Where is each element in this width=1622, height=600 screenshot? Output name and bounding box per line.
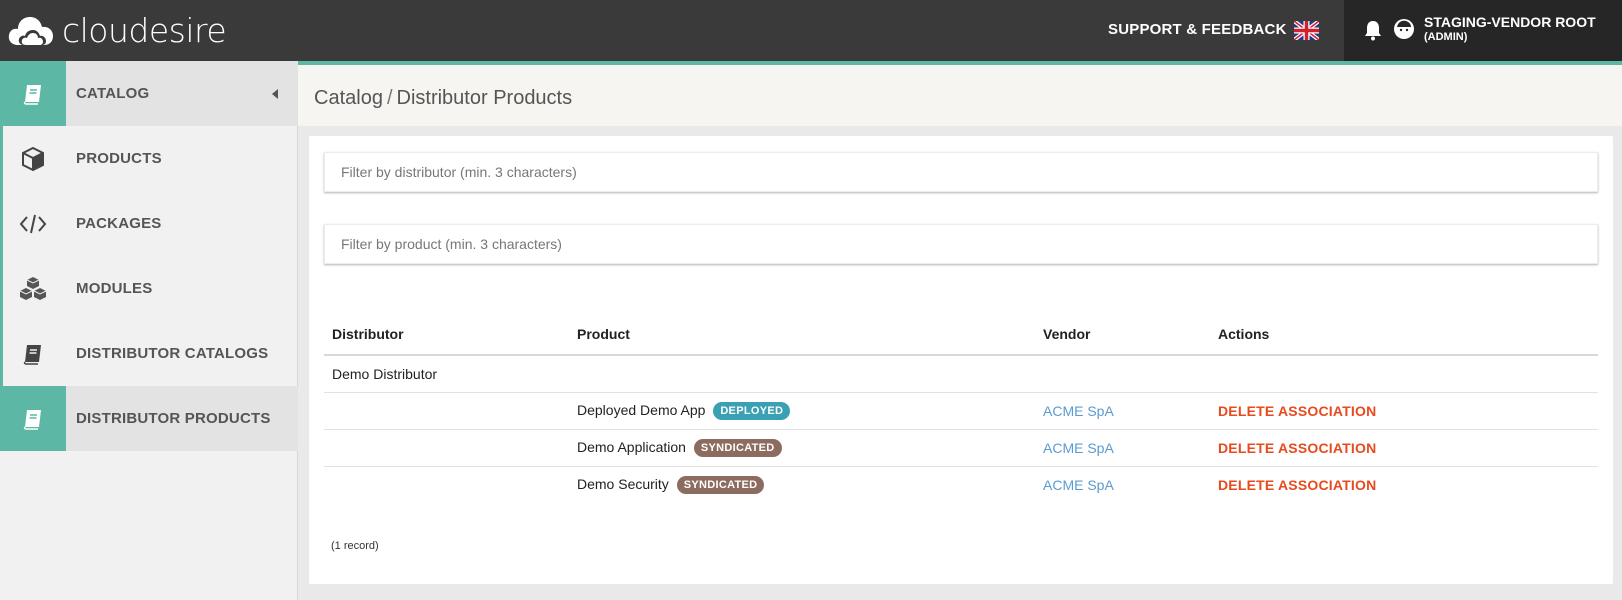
- vendor-link[interactable]: ACME SpA: [1043, 477, 1114, 493]
- sidebar: CATALOG PRODUCTS PACKAGES MODULES DISTRI…: [0, 61, 298, 600]
- sidebar-icon-box: [0, 321, 66, 386]
- column-header-actions: Actions: [1210, 314, 1598, 356]
- page-header: Catalog / Distributor Products: [298, 61, 1622, 126]
- delete-association-button[interactable]: DELETE ASSOCIATION: [1218, 440, 1376, 456]
- sidebar-icon-box: [0, 191, 66, 256]
- distributor-filter: [324, 152, 1598, 192]
- sidebar-item-label: DISTRIBUTOR PRODUCTS: [76, 410, 271, 427]
- sidebar-item-distributor-products[interactable]: DISTRIBUTOR PRODUCTS: [0, 386, 298, 451]
- box-icon: [22, 146, 44, 171]
- breadcrumb-separator: /: [386, 87, 393, 109]
- user-role: (ADMIN): [1424, 31, 1468, 43]
- delete-association-button[interactable]: DELETE ASSOCIATION: [1218, 477, 1376, 493]
- book-icon: [23, 409, 41, 430]
- sidebar-item-distributor-catalogs[interactable]: DISTRIBUTOR CATALOGS: [0, 321, 298, 386]
- vendor-link[interactable]: ACME SpA: [1043, 403, 1114, 419]
- caret-left-icon: [272, 89, 278, 99]
- product-name: Deployed Demo App: [577, 401, 706, 418]
- column-header-distributor: Distributor: [324, 314, 569, 356]
- content-card: Distributor Product Vendor Actions Demo …: [309, 136, 1613, 584]
- page-title: Distributor Products: [396, 87, 573, 109]
- status-badge: SYNDICATED: [693, 438, 782, 457]
- status-badge: DEPLOYED: [713, 401, 791, 420]
- table-group-row: Demo Distributor: [324, 355, 1598, 393]
- sidebar-item-label: MODULES: [76, 280, 153, 297]
- record-count: (1 record): [331, 540, 379, 552]
- sidebar-icon-box: [0, 126, 66, 191]
- table-row: Demo Security SYNDICATED ACME SpA DELETE…: [324, 466, 1598, 503]
- sidebar-item-label: PACKAGES: [76, 215, 162, 232]
- sidebar-item-modules[interactable]: MODULES: [0, 256, 298, 321]
- status-badge: SYNDICATED: [676, 475, 765, 494]
- sidebar-item-label: PRODUCTS: [76, 150, 162, 167]
- product-cell: Demo Security SYNDICATED: [569, 466, 1035, 503]
- code-icon: [19, 214, 47, 233]
- sidebar-icon-box: [0, 386, 66, 451]
- top-bar: cloudesire SUPPORT & FEEDBACK STAGING-VE…: [0, 0, 1622, 61]
- breadcrumb-root[interactable]: Catalog: [314, 87, 383, 109]
- product-cell: Deployed Demo App DEPLOYED: [569, 392, 1035, 430]
- product-filter: [324, 224, 1598, 264]
- user-area: STAGING-VENDOR ROOT (ADMIN): [1344, 0, 1622, 61]
- support-feedback-link[interactable]: SUPPORT & FEEDBACK: [1108, 21, 1287, 38]
- sidebar-item-catalog[interactable]: CATALOG: [0, 61, 298, 126]
- table-row: Demo Application SYNDICATED ACME SpA DEL…: [324, 429, 1598, 467]
- column-header-vendor: Vendor: [1035, 314, 1210, 356]
- cubes-icon: [19, 276, 47, 300]
- distributor-products-table: Distributor Product Vendor Actions Demo …: [324, 314, 1598, 503]
- product-name: Demo Security: [577, 475, 669, 492]
- sidebar-item-packages[interactable]: PACKAGES: [0, 191, 298, 256]
- sidebar-icon-box: [0, 256, 66, 321]
- delete-association-button[interactable]: DELETE ASSOCIATION: [1218, 403, 1376, 419]
- sidebar-icon-box: [0, 61, 66, 126]
- vendor-link[interactable]: ACME SpA: [1043, 440, 1114, 456]
- sidebar-item-label: DISTRIBUTOR CATALOGS: [76, 345, 269, 362]
- uk-flag-icon[interactable]: [1294, 21, 1319, 40]
- book-icon: [23, 84, 41, 105]
- bell-icon[interactable]: [1363, 19, 1383, 41]
- distributor-name: Demo Distributor: [324, 355, 569, 393]
- table-row: Deployed Demo App DEPLOYED ACME SpA DELE…: [324, 392, 1598, 430]
- distributor-filter-input[interactable]: [325, 153, 1597, 191]
- user-name[interactable]: STAGING-VENDOR ROOT: [1424, 14, 1596, 30]
- product-filter-input[interactable]: [325, 225, 1597, 263]
- product-cell: Demo Application SYNDICATED: [569, 429, 1035, 467]
- logo[interactable]: cloudesire: [8, 10, 227, 50]
- breadcrumb: Catalog / Distributor Products: [314, 87, 572, 110]
- table-header-row: Distributor Product Vendor Actions: [324, 314, 1598, 356]
- user-avatar-icon[interactable]: [1393, 18, 1415, 40]
- sidebar-item-products[interactable]: PRODUCTS: [0, 126, 298, 191]
- column-header-product: Product: [569, 314, 1035, 356]
- product-name: Demo Application: [577, 438, 686, 455]
- logo-text: cloudesire: [62, 10, 227, 50]
- sidebar-item-label: CATALOG: [76, 85, 150, 102]
- cloud-logo-icon: [8, 17, 53, 45]
- book-icon: [23, 344, 41, 365]
